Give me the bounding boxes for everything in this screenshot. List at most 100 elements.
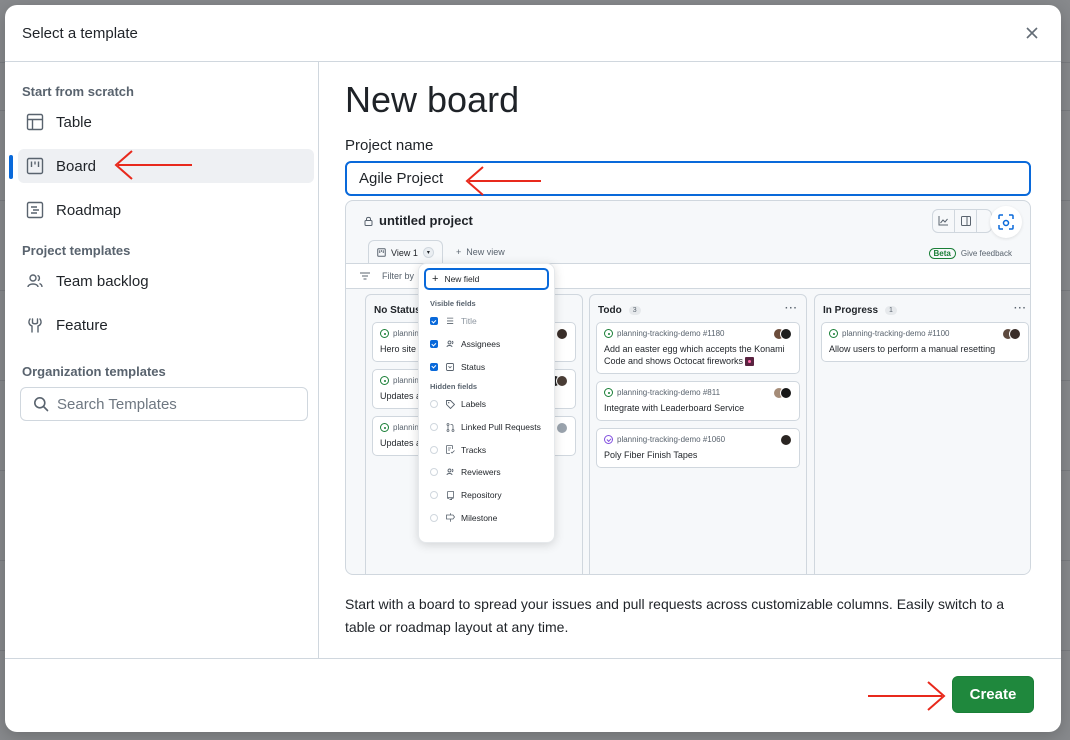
checkbox-unchecked: [430, 400, 438, 409]
preview-card: planning-tracking-demo #1060 Poly Fiber …: [596, 428, 800, 468]
column-count: 3: [628, 305, 641, 315]
preview-view-tab: View 1 ▾: [368, 240, 443, 264]
field-item-labels: Labels: [419, 393, 554, 416]
kebab-horizontal-icon: ···: [1014, 303, 1027, 314]
template-sidebar: Start from scratch Table Board Roadmap P: [5, 62, 319, 659]
checkbox-checked: [430, 317, 438, 326]
template-dialog: Select a template Start from scratch Tab…: [5, 5, 1061, 732]
search-templates-input[interactable]: [57, 395, 287, 413]
preview-card: planning-tracking-demo #1180 Add an east…: [596, 322, 800, 374]
people-icon: [445, 468, 455, 476]
field-item-status: Status: [419, 355, 554, 378]
sidebar-item-team-backlog[interactable]: Team backlog: [18, 264, 314, 298]
beta-badge: Beta: [928, 248, 956, 259]
checkbox-unchecked: [430, 491, 438, 500]
assignee-avatars: [780, 434, 792, 446]
issue-open-icon: [829, 329, 838, 338]
dialog-title: Select a template: [22, 24, 138, 42]
dialog-body: Start from scratch Table Board Roadmap P: [5, 62, 1061, 659]
sidebar-item-label: Feature: [56, 316, 108, 334]
issue-open-icon: [604, 329, 613, 338]
field-item-tracks: Tracks: [419, 438, 554, 461]
close-button[interactable]: [1020, 21, 1044, 45]
create-button[interactable]: Create: [952, 676, 1034, 713]
sidebar-item-feature[interactable]: Feature: [18, 308, 314, 342]
sidebar-expand-icon: [955, 210, 977, 232]
sidebar-item-board[interactable]: Board: [9, 149, 314, 183]
assignee-avatars: [773, 387, 792, 399]
filter-icon: [360, 272, 370, 280]
preview-column-todo: Todo 3 ··· planning-tracking-demo #1180 …: [589, 294, 807, 574]
sidebar-item-label: Board: [56, 157, 97, 175]
assignee-avatars: [556, 422, 568, 434]
issue-open-icon: [604, 388, 613, 397]
sidebar-item-label: Table: [56, 113, 92, 131]
issue-open-icon: [380, 376, 389, 385]
feature-icon: [25, 315, 45, 335]
new-field-item: + New field: [424, 268, 549, 290]
assignee-avatars: [556, 328, 568, 340]
preview-beta-feedback: Beta Give feedback: [928, 248, 1012, 259]
dialog-footer: Create: [5, 658, 1061, 732]
people-icon: [25, 271, 45, 291]
template-detail: New board Project name untitled project: [319, 62, 1061, 659]
board-preview-image: untitled project View 1 ▾ + New view Bet…: [345, 200, 1031, 575]
section-title-scratch: Start from scratch: [22, 84, 134, 99]
lock-icon: [364, 216, 373, 226]
preview-card: planning-tracking-demo #1100 Allow users…: [821, 322, 1029, 362]
preview-field-menu: + New field Visible fields ☰ Title Assigne…: [418, 263, 555, 543]
field-item-linked-pull-requests: Linked Pull Requests: [419, 416, 554, 439]
checkbox-unchecked: [430, 445, 438, 454]
checkbox-unchecked: [430, 423, 438, 432]
list-icon: ☰: [446, 315, 454, 326]
project-name-input[interactable]: [345, 161, 1031, 196]
git-pull-request-icon: [445, 422, 455, 432]
project-board-icon: [25, 156, 45, 176]
preview-project-title: untitled project: [364, 213, 473, 228]
preview-card: planning-tracking-demo #811 Integrate wi…: [596, 381, 800, 421]
visible-fields-title: Visible fields: [430, 299, 476, 308]
single-select-icon: [445, 362, 455, 371]
chevron-down-icon: ▾: [422, 247, 434, 258]
section-title-organization-templates: Organization templates: [22, 364, 166, 379]
field-item-milestone: Milestone: [419, 507, 554, 530]
field-item-repository: Repository: [419, 484, 554, 507]
repo-icon: [445, 490, 455, 500]
section-title-project-templates: Project templates: [22, 243, 131, 258]
checkbox-unchecked: [430, 468, 438, 477]
template-description: Start with a board to spread your issues…: [345, 596, 1005, 635]
page-title: New board: [345, 79, 520, 120]
issue-closed-icon: [604, 435, 613, 444]
assignee-avatars: [773, 328, 792, 340]
preview-new-view: + New view: [456, 247, 505, 257]
x-icon: [1026, 27, 1038, 39]
project-name-label: Project name: [345, 137, 434, 154]
table-icon: [25, 112, 45, 132]
kebab-horizontal-icon: ···: [785, 303, 798, 314]
insights-icon: [933, 210, 955, 232]
hidden-fields-title: Hidden fields: [430, 382, 478, 392]
assignee-avatars: [549, 375, 568, 387]
tag-icon: [445, 399, 455, 409]
preview-toolbar: [932, 209, 992, 233]
issue-open-icon: [380, 329, 389, 338]
fireworks-emoji-icon: [745, 357, 755, 367]
search-templates-field[interactable]: [20, 387, 308, 421]
checkbox-checked: [430, 362, 438, 371]
sidebar-item-label: Team backlog: [56, 272, 149, 290]
assignee-avatars: [1002, 328, 1021, 340]
tracks-icon: [445, 445, 455, 455]
search-icon: [34, 397, 49, 412]
roadmap-icon: [25, 200, 45, 220]
milestone-icon: [445, 513, 455, 523]
checkbox-checked: [430, 340, 438, 349]
field-item-assignees: Assignees: [419, 333, 554, 356]
checkbox-unchecked: [430, 513, 438, 522]
people-icon: [445, 340, 455, 348]
field-item-reviewers: Reviewers: [419, 461, 554, 484]
dialog-header: Select a template: [5, 5, 1061, 62]
sidebar-item-roadmap[interactable]: Roadmap: [18, 193, 314, 227]
plus-icon: +: [432, 273, 439, 285]
preview-column-in-progress: In Progress 1 ··· planning-tracking-demo…: [814, 294, 1030, 574]
sidebar-item-table[interactable]: Table: [18, 105, 314, 139]
